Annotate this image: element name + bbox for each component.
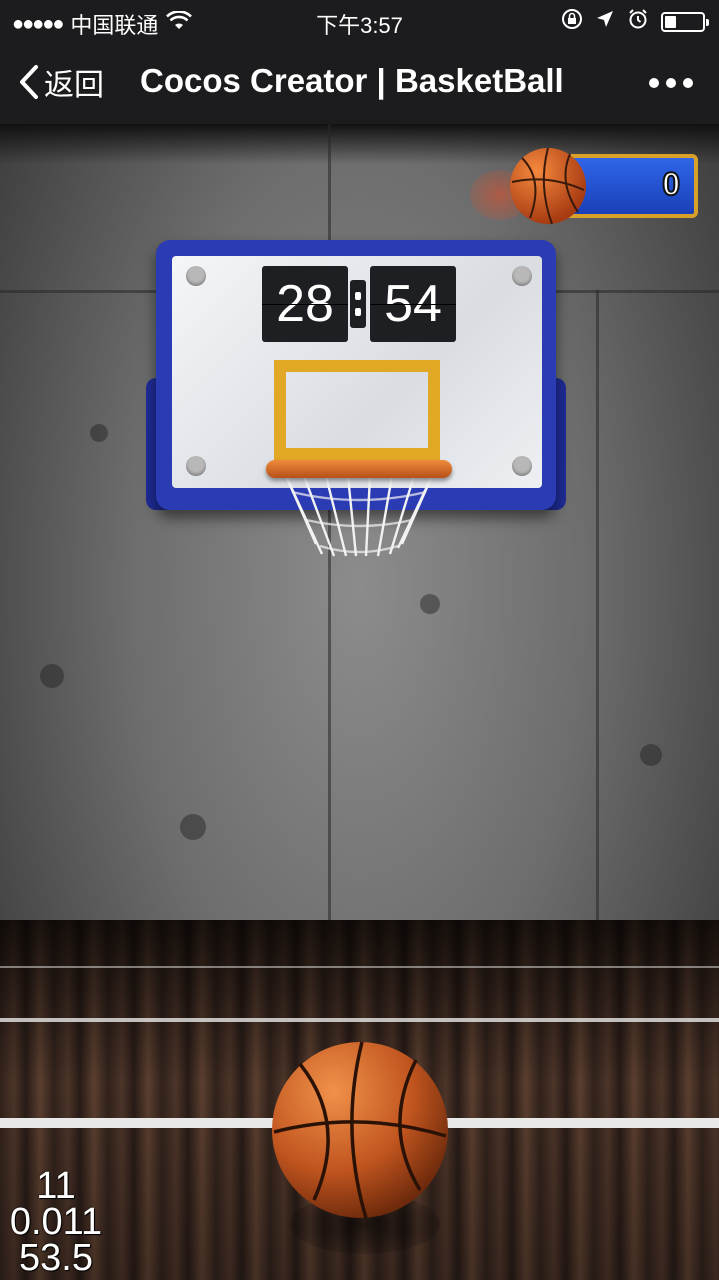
wall-seam bbox=[596, 290, 599, 920]
wall-spot bbox=[90, 424, 108, 442]
status-right bbox=[561, 8, 709, 36]
rotation-lock-icon bbox=[561, 8, 583, 36]
backboard-bolt bbox=[512, 456, 532, 476]
chevron-left-icon bbox=[20, 65, 38, 99]
stat-frame-time: 0.011 bbox=[9, 1201, 103, 1243]
debug-stats: 11 0.011 53.5 bbox=[4, 1165, 108, 1279]
back-button[interactable]: 返回 bbox=[18, 60, 104, 104]
game-canvas[interactable]: 28 54 0 11 0.011 53.5 bbox=[0, 124, 719, 1280]
target-square bbox=[274, 360, 440, 460]
hoop-rim bbox=[266, 460, 452, 478]
basketball-icon bbox=[510, 147, 586, 225]
battery-icon bbox=[661, 12, 709, 32]
court-line bbox=[0, 1018, 719, 1022]
nav-bar: 返回 Cocos Creator | BasketBall bbox=[0, 40, 719, 124]
wall-spot bbox=[40, 664, 64, 688]
alarm-icon bbox=[627, 8, 649, 36]
more-dots-icon[interactable] bbox=[649, 68, 695, 98]
backboard-bolt bbox=[512, 266, 532, 286]
wall-spot bbox=[640, 744, 662, 766]
backboard-bolt bbox=[186, 266, 206, 286]
stat-fps: 53.5 bbox=[19, 1237, 93, 1279]
basketball[interactable] bbox=[270, 1040, 450, 1220]
page-title: Cocos Creator | BasketBall bbox=[140, 62, 564, 99]
backboard-bolt bbox=[186, 456, 206, 476]
hoop-net bbox=[284, 475, 434, 557]
location-arrow-icon bbox=[595, 9, 615, 35]
back-label: 返回 bbox=[44, 69, 104, 102]
stat-draw-calls: 11 bbox=[36, 1165, 76, 1207]
score-value: 0 bbox=[661, 165, 681, 203]
wall-spot bbox=[180, 814, 206, 840]
timer-separator bbox=[350, 280, 366, 328]
timer-seconds: 54 bbox=[370, 266, 456, 342]
timer-minutes: 28 bbox=[262, 266, 348, 342]
wall-spot bbox=[420, 594, 440, 614]
court-line bbox=[0, 966, 719, 968]
status-bar: ●●●●● 中国联通 下午3:57 bbox=[0, 0, 719, 40]
